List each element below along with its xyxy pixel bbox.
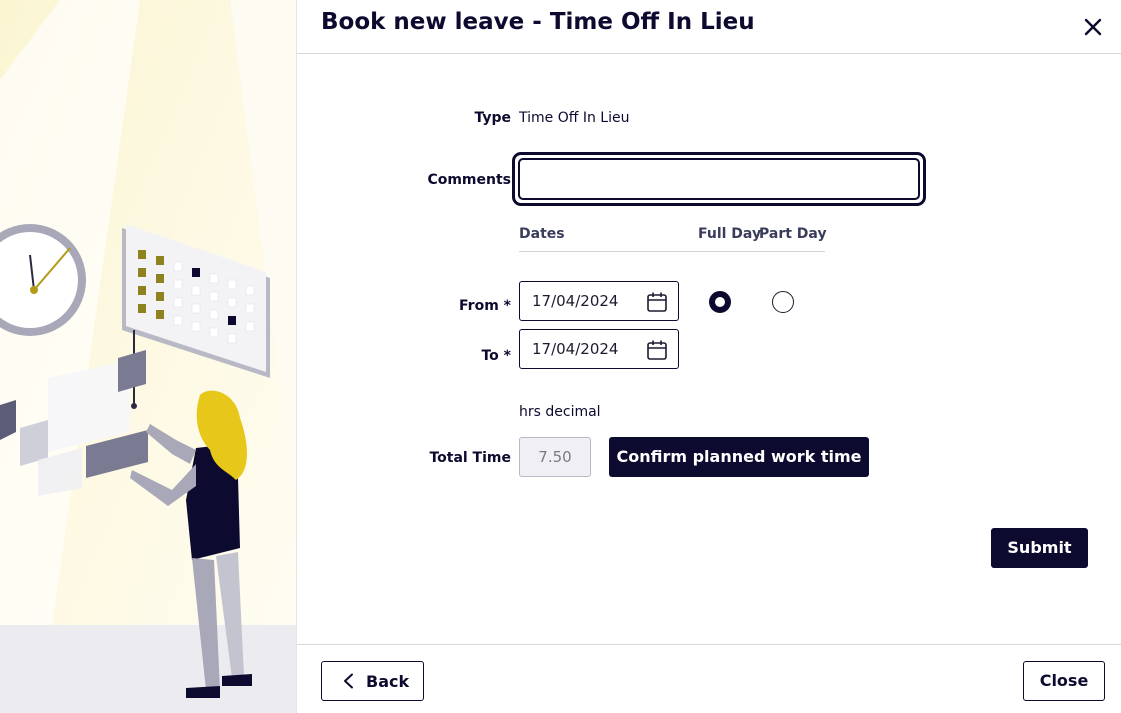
- leave-illustration: [0, 0, 296, 713]
- calendar-icon[interactable]: [646, 291, 668, 313]
- to-label: To *: [481, 348, 511, 364]
- part-day-column-header: Part Day: [759, 226, 827, 242]
- from-date-value: 17/04/2024: [532, 292, 619, 310]
- to-date-field[interactable]: 17/04/2024: [519, 329, 679, 369]
- chevron-left-icon: [344, 673, 353, 689]
- type-label: Type: [474, 110, 511, 126]
- app-root: Book new leave - Time Off In Lieu Type T…: [0, 0, 1121, 713]
- back-button-label: Back: [366, 672, 410, 691]
- back-button[interactable]: Back: [321, 661, 424, 701]
- comments-input[interactable]: [518, 158, 920, 200]
- dates-column-header: Dates: [519, 226, 565, 242]
- total-time-field: 7.50: [519, 437, 591, 477]
- full-day-column-header: Full Day: [698, 226, 762, 242]
- confirm-planned-work-time-button[interactable]: Confirm planned work time: [609, 437, 869, 477]
- submit-button[interactable]: Submit: [991, 528, 1088, 568]
- dialog-header: Book new leave - Time Off In Lieu: [297, 0, 1121, 54]
- close-button[interactable]: Close: [1023, 661, 1105, 701]
- calendar-icon[interactable]: [646, 339, 668, 361]
- comments-focus-ring: [512, 152, 926, 206]
- units-hint: hrs decimal: [519, 404, 601, 420]
- illustration-panel: [0, 0, 297, 713]
- column-divider: [519, 251, 825, 252]
- from-date-field[interactable]: 17/04/2024: [519, 281, 679, 321]
- book-leave-dialog: Book new leave - Time Off In Lieu Type T…: [297, 0, 1121, 713]
- dialog-footer: Back Close: [297, 644, 1121, 713]
- close-icon[interactable]: [1082, 16, 1104, 38]
- dialog-title: Book new leave - Time Off In Lieu: [321, 9, 755, 35]
- comments-label: Comments: [427, 172, 511, 188]
- from-full-day-radio[interactable]: [709, 291, 731, 313]
- from-part-day-radio[interactable]: [772, 291, 794, 313]
- from-label: From *: [459, 298, 511, 314]
- type-value: Time Off In Lieu: [519, 110, 630, 126]
- to-date-value: 17/04/2024: [532, 340, 619, 358]
- total-time-label: Total Time: [429, 450, 511, 466]
